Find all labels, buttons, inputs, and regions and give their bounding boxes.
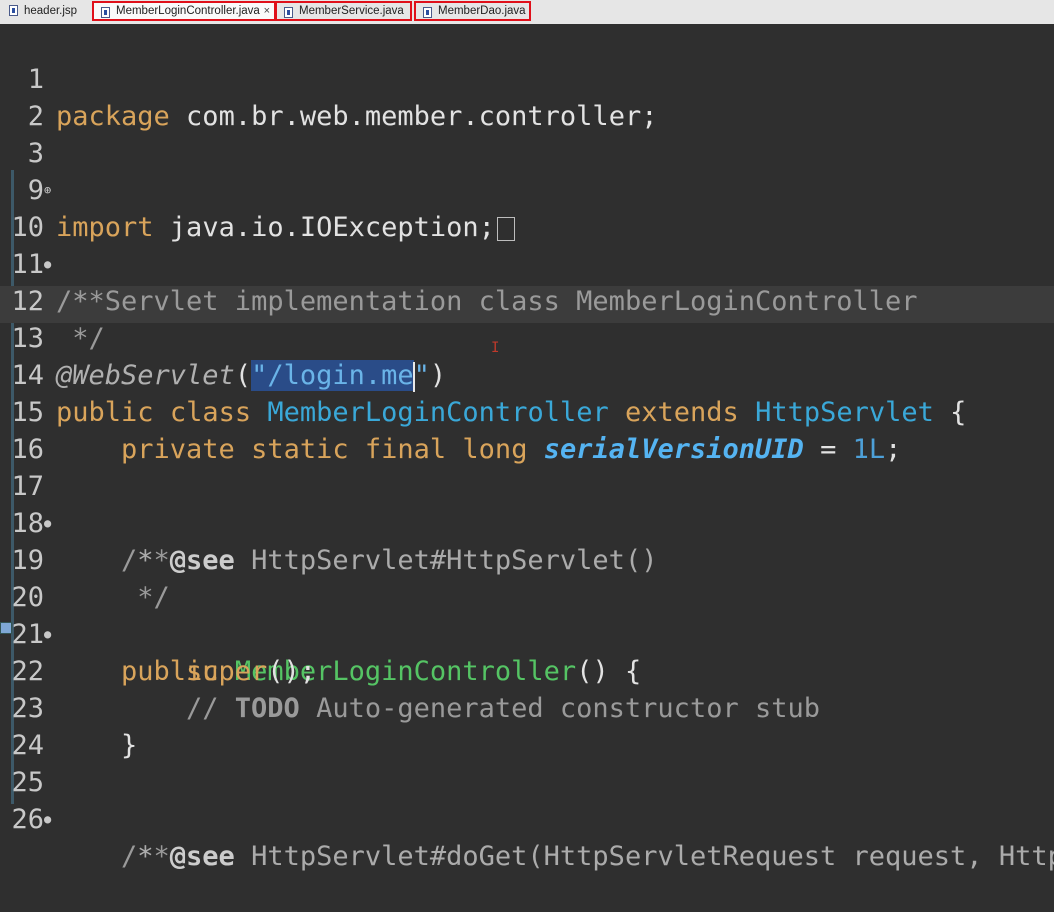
- tab-label: MemberDao.java: [438, 5, 526, 17]
- tab-label: MemberService.java: [299, 5, 404, 17]
- code-line: 25 ● /**: [0, 727, 1054, 872]
- code-line: 10 ● /**: [0, 172, 1054, 317]
- code-line: 1 package com.br.web.member.controller;: [0, 24, 1054, 132]
- tab-member-dao[interactable]: MemberDao.java: [414, 1, 531, 21]
- code-line: 26 * @see HttpServlet#doGet(HttpServletR…: [0, 764, 1054, 872]
- code-line: 14 public class MemberLoginController ex…: [0, 320, 1054, 428]
- editor-tab-bar: header.jsp MemberLoginController.java × …: [0, 0, 1054, 25]
- code-line: 19 */: [0, 505, 1054, 613]
- jsp-file-icon: [9, 5, 18, 16]
- code-line: 20 ● public MemberLoginController() {: [0, 542, 1054, 687]
- line-number: 26: [11, 804, 44, 835]
- code-line: 9: [0, 135, 1054, 206]
- code-line: 3 ⊕ import java.io.IOException;: [0, 98, 1054, 243]
- code-line: 21 super();: [0, 579, 1054, 687]
- tab-header-jsp[interactable]: header.jsp: [2, 1, 90, 21]
- tab-label: MemberLoginController.java: [116, 5, 260, 17]
- close-icon[interactable]: ×: [264, 3, 270, 19]
- tab-member-login-controller[interactable]: MemberLoginController.java ×: [92, 1, 276, 21]
- code-editor[interactable]: 1 package com.br.web.member.controller; …: [0, 24, 1054, 872]
- tab-label: header.jsp: [24, 5, 78, 17]
- code-line: 16: [0, 394, 1054, 465]
- code-line: 13 @WebServlet("/login.me"): [0, 283, 1054, 392]
- code-line: 23 }: [0, 653, 1054, 761]
- mouse-ibeam-icon: I: [491, 340, 500, 356]
- code-line: 22 // TODO Auto-generated constructor st…: [0, 616, 1054, 724]
- tab-member-service[interactable]: MemberService.java: [275, 1, 412, 21]
- task-marker-icon[interactable]: [0, 622, 12, 634]
- code-line: 18 * @see HttpServlet#HttpServlet(): [0, 468, 1054, 576]
- code-line: 11 * Servlet implementation class Member…: [0, 209, 1054, 317]
- javadoc-tag: @see: [169, 841, 235, 872]
- code-line: 2: [0, 61, 1054, 132]
- java-file-icon: [101, 7, 110, 18]
- code-line: 24: [0, 690, 1054, 761]
- code-line: 15 private static final long serialVersi…: [0, 357, 1054, 465]
- code-line: 12 */: [0, 246, 1054, 354]
- code-line: 17 ● /**: [0, 431, 1054, 576]
- java-file-icon: [284, 7, 293, 18]
- java-file-icon: [423, 7, 432, 18]
